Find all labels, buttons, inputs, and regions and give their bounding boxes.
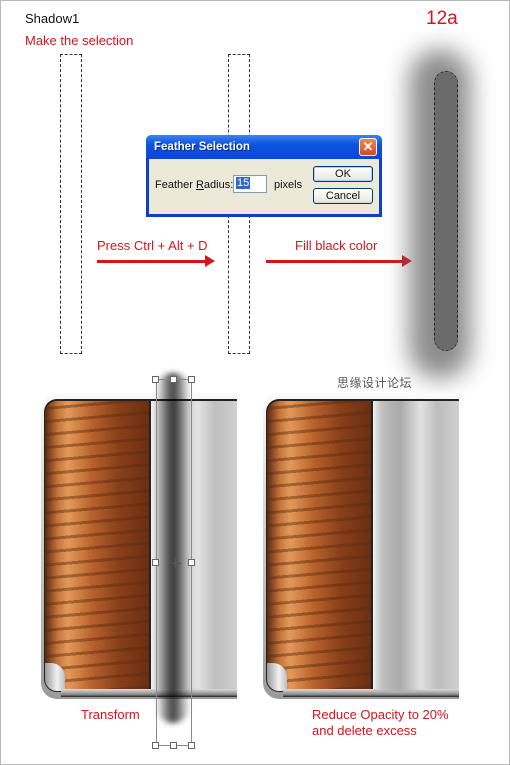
marquee-selection-initial [60, 54, 82, 354]
feather-selection-dialog: Feather Selection ✕ Feather Radius: 15 p… [146, 135, 382, 217]
step-number: 12a [426, 8, 458, 29]
caption-line: and delete excess [312, 723, 417, 738]
label-part: adius: [203, 179, 234, 191]
caption-transform: Transform [81, 707, 140, 722]
caption-fill-black: Fill black color [295, 238, 378, 253]
watermark-chinese: 思缘设计论坛 [337, 376, 413, 390]
caption-reduce-opacity: Reduce Opacity to 20% and delete excess [312, 707, 449, 739]
tutorial-canvas: Shadow1 12a Make the selection Press Ctr… [0, 0, 510, 765]
feather-radius-input[interactable]: 15 [233, 175, 267, 193]
transform-handle[interactable] [152, 376, 159, 383]
feather-radius-label: Feather Radius: [155, 179, 233, 191]
caption-make-selection: Make the selection [25, 33, 134, 48]
dialog-titlebar[interactable]: Feather Selection ✕ [146, 135, 382, 159]
transform-handle[interactable] [170, 376, 177, 383]
transform-handle[interactable] [152, 742, 159, 749]
close-icon[interactable]: ✕ [359, 138, 377, 156]
transform-handle[interactable] [152, 559, 159, 566]
panel-reduce-opacity [263, 393, 459, 699]
transform-handle[interactable] [188, 376, 195, 383]
arrow-right-icon [97, 255, 215, 267]
caption-press-keys: Press Ctrl + Alt + D [97, 238, 208, 253]
dialog-title: Feather Selection [154, 141, 250, 153]
label-part: Feather [155, 179, 196, 191]
panel-transform [41, 373, 237, 723]
transform-handle[interactable] [188, 742, 195, 749]
cancel-button[interactable]: Cancel [313, 188, 373, 204]
transform-handle[interactable] [170, 742, 177, 749]
wood-texture [45, 401, 149, 691]
dialog-body: Feather Radius: 15 pixels OK Cancel [149, 159, 379, 214]
feather-radius-value: 15 [236, 177, 251, 189]
wood-texture [267, 401, 371, 691]
case-bottom-rim [61, 689, 237, 697]
label-mnemonic: R [195, 179, 204, 191]
arrow-right-icon [266, 255, 412, 267]
shadow-stripe-faded [371, 401, 421, 691]
section-title: Shadow1 [25, 11, 80, 26]
transform-handle[interactable] [188, 559, 195, 566]
caption-line: Reduce Opacity to 20% [312, 707, 449, 722]
ok-button[interactable]: OK [313, 166, 373, 182]
filled-selection [434, 71, 458, 351]
unit-label: pixels [274, 179, 303, 191]
transform-center-icon[interactable] [170, 558, 181, 569]
